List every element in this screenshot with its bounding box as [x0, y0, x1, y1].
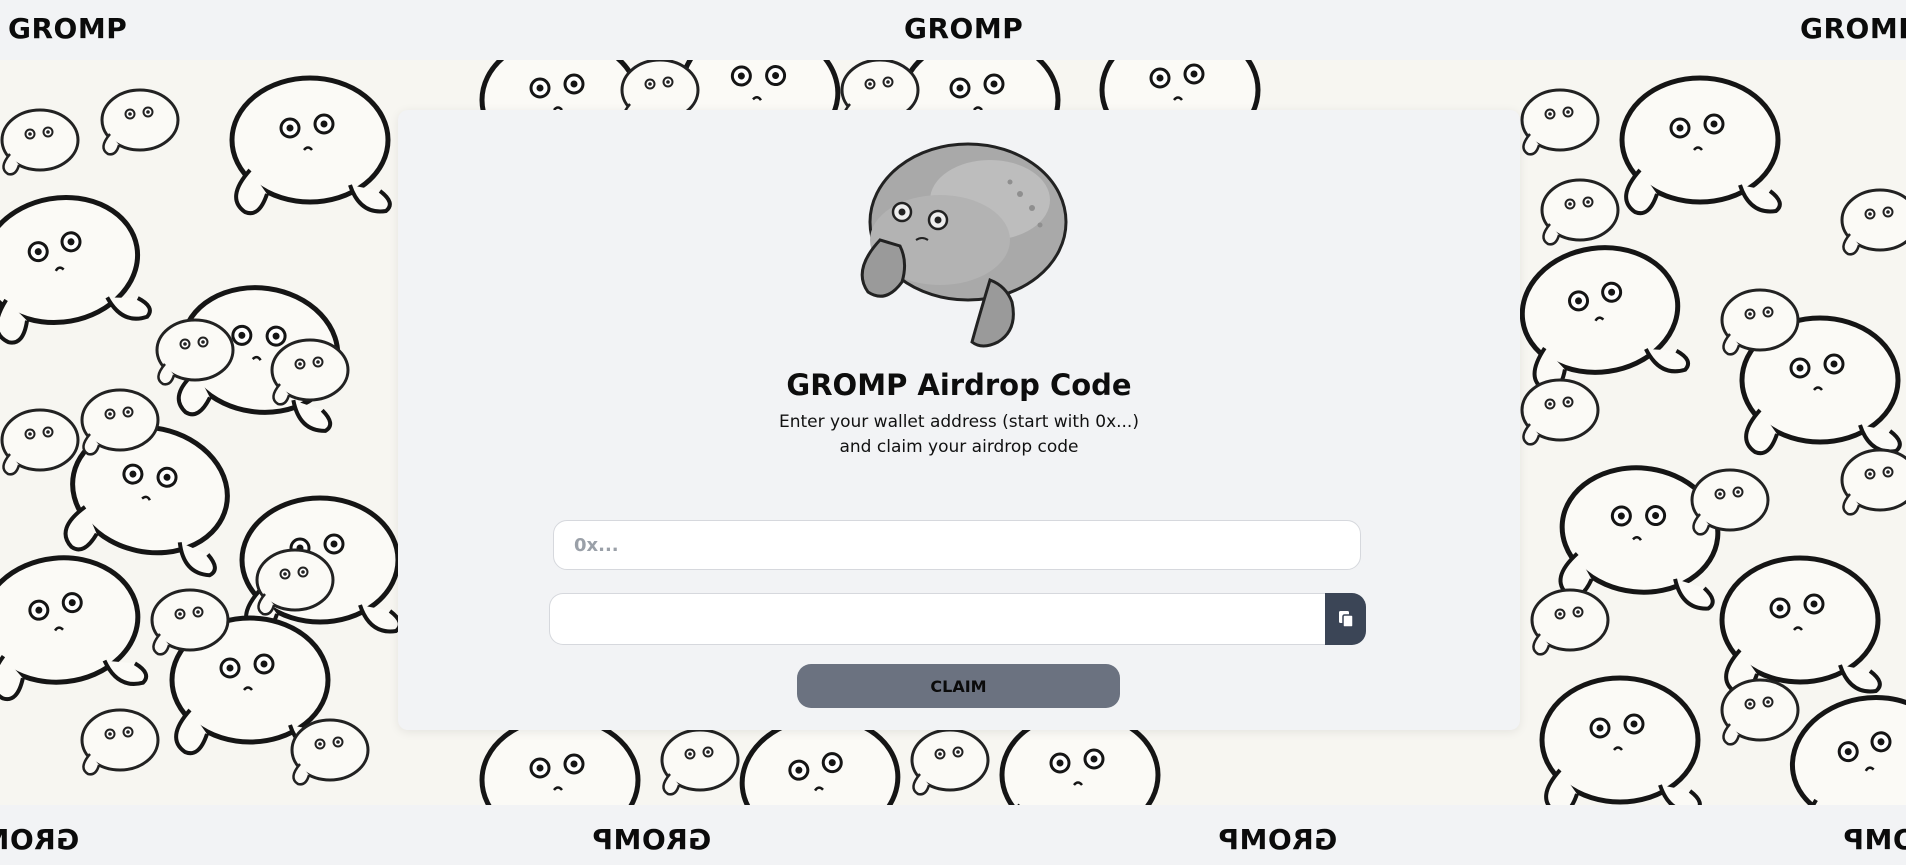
ticker-word: GROMP — [1218, 823, 1338, 856]
airdrop-card: GROMP Airdrop Code Enter your wallet add… — [398, 110, 1520, 730]
card-title: GROMP Airdrop Code — [786, 368, 1132, 402]
ticker-word: GROMP — [592, 823, 712, 856]
frog-mascot-image — [860, 142, 1068, 348]
copy-icon — [1338, 611, 1354, 628]
ticker-word: GROMP — [0, 823, 80, 856]
ticker-word: GROMP — [1843, 823, 1906, 856]
wallet-address-input[interactable] — [553, 520, 1361, 570]
card-subtitle-line1: Enter your wallet address (start with 0x… — [779, 412, 1139, 432]
pattern-tile-left — [0, 78, 400, 786]
top-ticker: GROMP GROMP GROMP — [0, 0, 1906, 60]
ticker-word: GROMP — [8, 12, 128, 45]
airdrop-code-row — [549, 593, 1366, 645]
ticker-word: GROMP — [904, 12, 1024, 45]
bottom-ticker: GROMP GROMP GROMP GROMP — [0, 805, 1906, 865]
claim-button[interactable]: CLAIM — [797, 664, 1120, 708]
card-subtitle-line2: and claim your airdrop code — [839, 437, 1079, 457]
pattern-tile-right — [1514, 78, 1906, 805]
copy-code-button[interactable] — [1325, 593, 1366, 645]
ticker-word: GROMP — [1800, 12, 1906, 45]
airdrop-code-field[interactable] — [549, 593, 1325, 645]
